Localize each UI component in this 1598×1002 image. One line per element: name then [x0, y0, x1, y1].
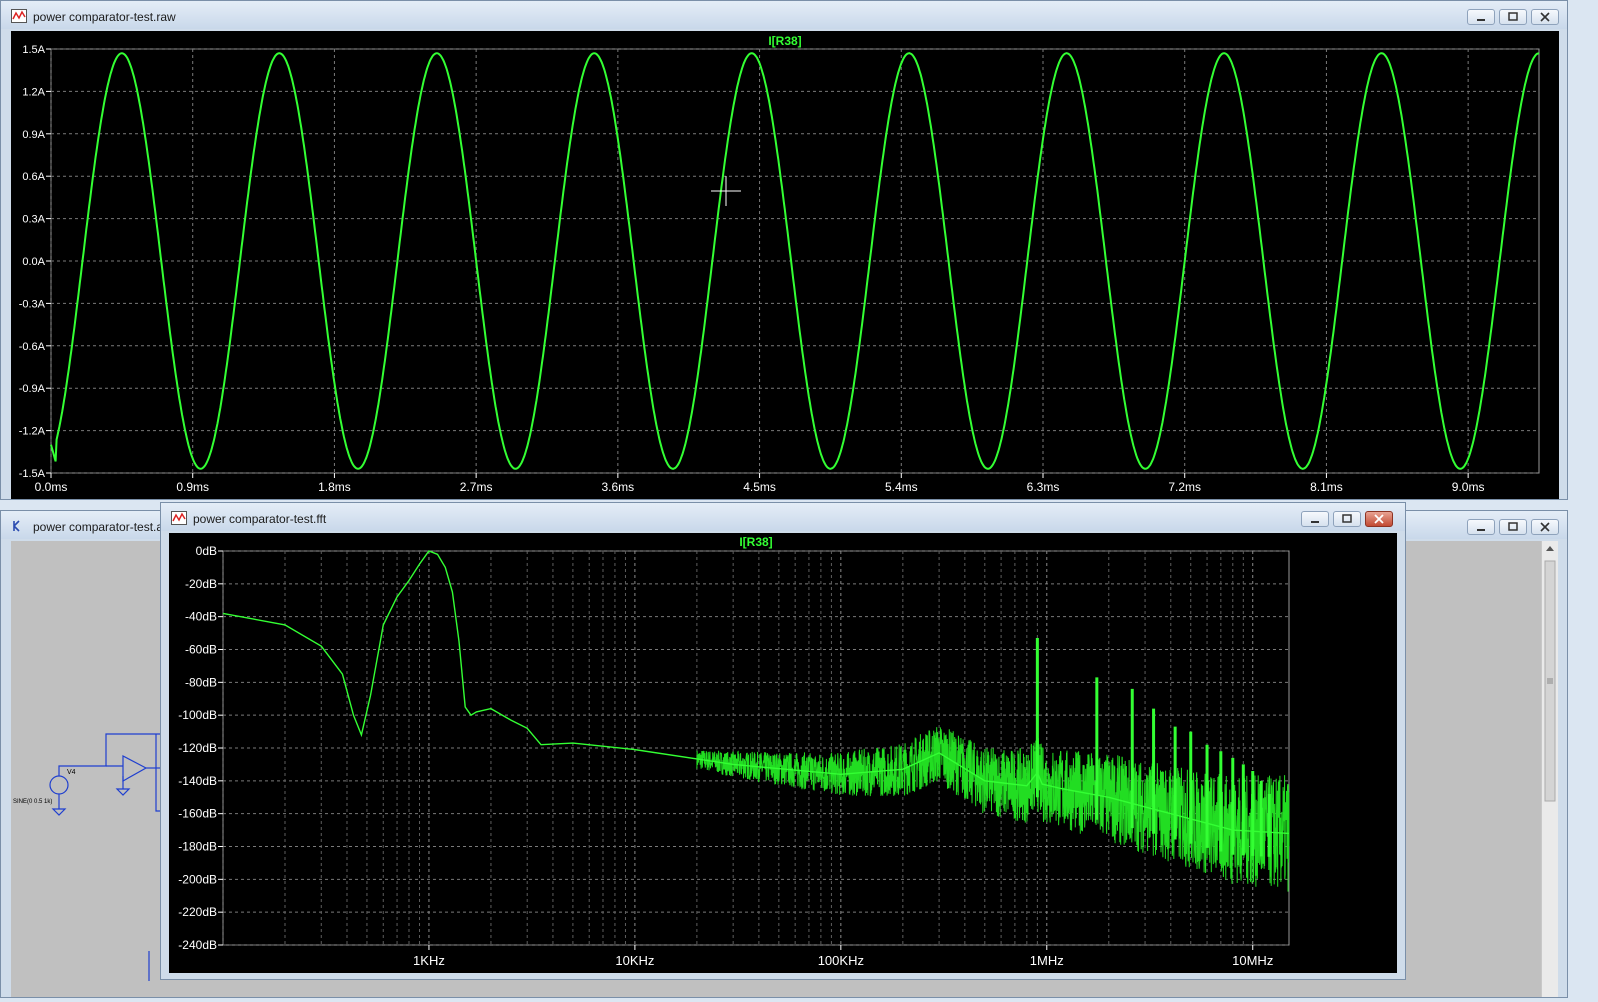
raw-x-tick-label: 5.4ms [885, 480, 918, 494]
close-button[interactable] [1531, 519, 1559, 535]
maximize-button[interactable] [1499, 9, 1527, 25]
schematic-component-label: V4 [67, 769, 76, 776]
close-button[interactable] [1531, 9, 1559, 25]
schematic-source-label: SINE(0 0.5 1k) [13, 799, 52, 805]
fft-x-tick-label: 10KHz [615, 953, 654, 968]
fft-y-tick-label: -240dB [178, 938, 217, 952]
raw-x-tick-label: 0.0ms [35, 480, 68, 494]
crosshair-cursor [711, 176, 741, 206]
raw-y-tick-label: 0.9A [22, 129, 45, 141]
raw-y-tick-label: 1.5A [22, 44, 45, 56]
schematic-window-title: power comparator-test.a [33, 520, 164, 534]
fft-trace-label[interactable]: I[R38] [739, 535, 772, 549]
fft-y-tick-label: -40dB [185, 610, 217, 624]
waveform-window-icon [171, 511, 187, 525]
fft-window-titlebar[interactable]: power comparator-test.fft [161, 503, 1405, 531]
raw-window-titlebar[interactable]: power comparator-test.raw [1, 1, 1567, 29]
fft-y-tick-label: -60dB [185, 643, 217, 657]
schematic-vertical-scrollbar[interactable] [1541, 541, 1558, 997]
fft-y-tick-label: -220dB [178, 905, 217, 919]
raw-y-tick-label: 0.3A [22, 214, 45, 226]
fft-y-axis: 0dB -20dB -40dB -60dB -80dB -100dB -120dB -140d… [178, 544, 223, 952]
fft-y-tick-label: -180dB [178, 840, 217, 854]
raw-x-tick-label: 0.9ms [176, 480, 209, 494]
raw-y-tick-label: -1.2A [19, 426, 46, 438]
maximize-button[interactable] [1333, 511, 1361, 527]
raw-plot-pane[interactable]: I[R38] 1.5A 1.2A 0.9A 0.6A 0.3A 0.0A -0.3A -0.6… [11, 31, 1559, 499]
close-button[interactable] [1365, 511, 1393, 527]
raw-window-title: power comparator-test.raw [33, 10, 176, 24]
raw-y-tick-label: -1.5A [19, 468, 46, 480]
fft-grid [222, 550, 1290, 946]
raw-x-tick-label: 1.8ms [318, 480, 351, 494]
fft-y-tick-label: -120dB [178, 741, 217, 755]
raw-x-tick-label: 4.5ms [743, 480, 776, 494]
fft-plot-svg[interactable]: I[R38] 0dB -20dB -40dB -60dB -80dB -100dB -120… [169, 533, 1397, 973]
fft-noise-floor [696, 727, 1290, 892]
fft-y-tick-label: -140dB [178, 774, 217, 788]
fft-x-axis: 1KHz 10KHz 100KHz 1MHz 10MHz [413, 945, 1273, 968]
fft-window-controls [1301, 511, 1393, 527]
raw-x-tick-label: 9.0ms [1452, 480, 1485, 494]
raw-x-axis: 0.0ms 0.9ms 1.8ms 2.7ms 3.6ms 4.5ms 5.4ms 6.3ms… [35, 473, 1485, 494]
fft-x-tick-label: 1KHz [413, 953, 445, 968]
schematic-window-controls [1467, 519, 1559, 535]
raw-y-tick-label: 0.6A [22, 171, 45, 183]
raw-x-tick-label: 6.3ms [1027, 480, 1060, 494]
minimize-button[interactable] [1301, 511, 1329, 527]
raw-y-tick-label: 0.0A [22, 256, 45, 268]
raw-y-axis: 1.5A 1.2A 0.9A 0.6A 0.3A 0.0A -0.3A -0.6A -0.9A -… [19, 44, 51, 480]
raw-x-tick-label: 2.7ms [460, 480, 493, 494]
fft-x-tick-label: 100KHz [818, 953, 864, 968]
raw-window-controls [1467, 9, 1559, 25]
fft-y-tick-label: -200dB [178, 872, 217, 886]
raw-trace-label[interactable]: I[R38] [768, 34, 801, 48]
fft-y-tick-label: -100dB [178, 708, 217, 722]
minimize-button[interactable] [1467, 519, 1495, 535]
fft-plot-pane[interactable]: I[R38] 0dB -20dB -40dB -60dB -80dB -100dB -120… [169, 533, 1397, 973]
fft-waveform-window: power comparator-test.fft I[R38] 0dB -20d… [160, 502, 1406, 980]
fft-y-tick-label: 0dB [196, 544, 217, 558]
raw-plot-svg[interactable]: I[R38] 1.5A 1.2A 0.9A 0.6A 0.3A 0.0A -0.3A -0.6… [11, 31, 1559, 499]
fft-x-tick-label: 1MHz [1030, 953, 1064, 968]
raw-x-tick-label: 8.1ms [1310, 480, 1343, 494]
raw-x-tick-label: 3.6ms [602, 480, 635, 494]
raw-y-tick-label: 1.2A [22, 86, 45, 98]
schematic-window-icon [13, 520, 20, 532]
raw-y-tick-label: -0.9A [19, 383, 46, 395]
fft-x-tick-label: 10MHz [1232, 953, 1273, 968]
waveform-window-icon [11, 9, 27, 23]
schematic-drawing: V4 SINE(0 0.5 1k) [13, 733, 161, 981]
maximize-button[interactable] [1499, 519, 1527, 535]
raw-waveform-window: power comparator-test.raw I[R38] 1.5A 1.2… [0, 0, 1568, 500]
raw-x-tick-label: 7.2ms [1168, 480, 1201, 494]
fft-y-tick-label: -80dB [185, 675, 217, 689]
raw-y-tick-label: -0.6A [19, 341, 46, 353]
minimize-button[interactable] [1467, 9, 1495, 25]
fft-window-title: power comparator-test.fft [193, 512, 327, 526]
raw-grid [50, 48, 1540, 474]
raw-y-tick-label: -0.3A [19, 298, 46, 310]
fft-y-tick-label: -160dB [178, 807, 217, 821]
fft-y-tick-label: -20dB [185, 577, 217, 591]
